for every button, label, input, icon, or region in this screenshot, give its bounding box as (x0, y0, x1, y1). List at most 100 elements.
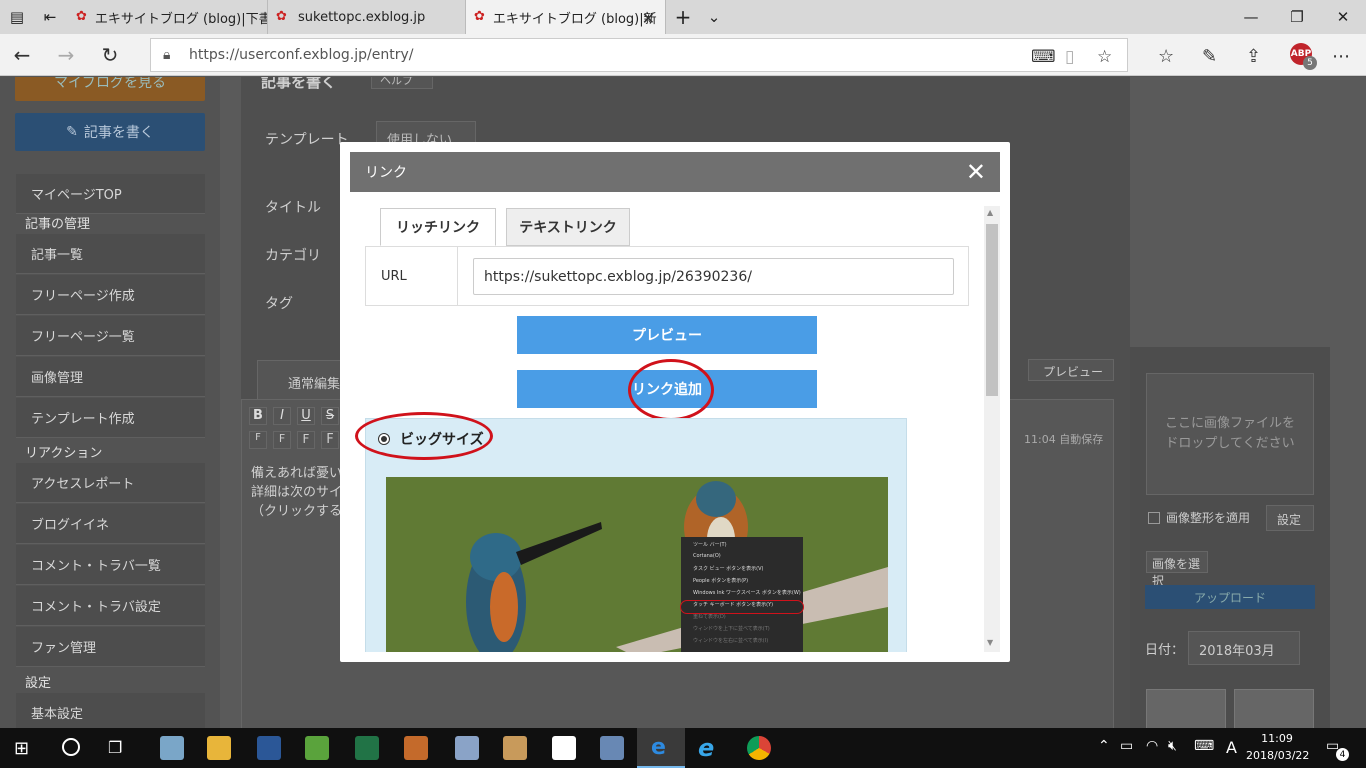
notes-icon[interactable] (552, 736, 576, 760)
url-field[interactable]: 🔒︎ https://userconf.exblog.jp/entry/ ⌨ ▯… (150, 38, 1128, 72)
font-button[interactable]: F (297, 431, 315, 449)
favorites-icon[interactable]: ☆ (1158, 46, 1174, 67)
tab-overview-icon[interactable]: ▤ (0, 0, 34, 34)
tab-new-entry[interactable]: ✿ エキサイトブログ (blog)|新 ✕ (466, 0, 666, 34)
browser-tab-bar: ▤ ⇤ ✿ エキサイトブログ (blog)|下書き ✿ sukettopc.ex… (0, 0, 1366, 34)
show-hidden-icons[interactable]: ⌃ (1098, 738, 1110, 754)
palette-icon[interactable] (503, 736, 527, 760)
sidebar-menu-item[interactable]: マイページTOP (16, 174, 205, 214)
italic-button[interactable]: I (273, 407, 291, 425)
image-thumbnail[interactable] (1234, 689, 1314, 728)
strike-button[interactable]: S (321, 407, 339, 425)
volume-mute-icon[interactable]: 🔇︎ (1168, 738, 1177, 754)
photo-viewer-icon[interactable] (160, 736, 184, 760)
word-icon[interactable] (257, 736, 281, 760)
edge-icon: e (651, 735, 666, 760)
font-button[interactable]: F (321, 431, 339, 449)
wifi-icon[interactable]: ◠ (1146, 738, 1158, 754)
share-icon[interactable]: ⇪ (1246, 46, 1261, 67)
keyboard-icon[interactable]: ⌨ (1194, 738, 1214, 754)
link-url-input[interactable]: https://sukettopc.exblog.jp/26390236/ (473, 258, 954, 295)
sidebar-menu-item[interactable]: コメント・トラバ一覧 (16, 545, 205, 585)
page-title: 記事を書く (261, 77, 337, 91)
image-format-checkbox[interactable] (1148, 511, 1160, 524)
battery-icon[interactable]: ▭ (1120, 738, 1133, 754)
scrollbar-thumb[interactable] (986, 224, 998, 396)
pen-icon[interactable]: ✎ (1202, 46, 1217, 67)
font-button[interactable]: F (273, 431, 291, 449)
sidebar-menu-item[interactable]: テンプレート作成 (16, 398, 205, 438)
sidebar-menu-item[interactable]: アクセスレポート (16, 463, 205, 503)
image-drop-zone[interactable]: ここに画像ファイルを ドロップしてください (1146, 373, 1314, 495)
select-image-button[interactable]: 画像を選択 (1146, 551, 1208, 588)
tab-close-icon[interactable]: ✕ (642, 9, 655, 28)
tab-rich-link[interactable]: リッチリンク (380, 208, 496, 246)
excel-icon[interactable] (355, 736, 379, 760)
store-icon[interactable] (305, 736, 329, 760)
sidebar-menu-item[interactable]: 基本設定 (16, 693, 205, 728)
context-menu-item: ツール バー(T) (693, 542, 727, 548)
sidebar-section-heading: リアクション (25, 445, 103, 461)
favorite-star-icon[interactable]: ☆ (1097, 47, 1112, 67)
editor-preview-button[interactable]: プレビュー (1028, 359, 1114, 381)
refresh-icon[interactable]: ↻ (88, 34, 132, 76)
tab-draft[interactable]: ✿ エキサイトブログ (blog)|下書き (68, 0, 268, 34)
date-select[interactable]: 2018年03月 (1188, 631, 1300, 665)
tab-text-link[interactable]: テキストリンク (506, 208, 630, 246)
dialog-close-icon[interactable]: ✕ (966, 158, 986, 186)
font-button[interactable]: F (249, 431, 267, 449)
new-tab-icon[interactable]: + (666, 0, 700, 34)
windows-start-icon[interactable]: ⊞ (14, 738, 29, 759)
window-close-icon[interactable]: ✕ (1320, 0, 1366, 34)
scroll-down-icon[interactable]: ▼ (987, 638, 993, 647)
paint-app-icon[interactable] (455, 736, 479, 760)
sidebar-menu-item[interactable]: フリーページ一覧 (16, 316, 205, 356)
abp-count-badge: 5 (1303, 56, 1317, 70)
restore-icon[interactable]: ❐ (1274, 0, 1320, 34)
image-thumbnail[interactable] (1146, 689, 1226, 728)
scroll-up-icon[interactable]: ▲ (987, 208, 993, 217)
editor-text: 備えあれば憂い 詳細は次のサイ （クリックする (251, 464, 342, 521)
bold-button[interactable]: B (249, 407, 267, 425)
dialog-title: リンク (365, 165, 407, 181)
my-blog-button[interactable]: マイブログを見る (15, 77, 205, 101)
dialog-scrollbar[interactable]: ▲ ▼ (984, 206, 1000, 652)
internet-explorer-icon[interactable]: e (698, 734, 714, 762)
toolbox-icon[interactable] (404, 736, 428, 760)
edge-taskbar-active[interactable]: e (637, 728, 685, 768)
file-explorer-icon[interactable] (207, 736, 231, 760)
upload-button[interactable]: アップロード (1145, 585, 1315, 609)
image-format-option[interactable]: 画像整形を適用 (1148, 509, 1250, 526)
help-button[interactable]: ヘルプ (371, 77, 433, 89)
chrome-icon[interactable] (747, 736, 771, 760)
minimize-icon[interactable]: — (1228, 0, 1274, 34)
format-toolbar: B I U S (249, 407, 339, 425)
forward-icon[interactable]: → (44, 34, 88, 76)
tab-preview-chevron-icon[interactable]: ⌄ (700, 0, 728, 34)
sidebar-menu-item[interactable]: 記事一覧 (16, 234, 205, 274)
url-text: https://userconf.exblog.jp/entry/ (189, 47, 414, 63)
sidebar-menu-item[interactable]: フリーページ作成 (16, 275, 205, 315)
remote-desktop-icon[interactable] (600, 736, 624, 760)
tab-sukettopc[interactable]: ✿ sukettopc.exblog.jp (268, 0, 466, 34)
underline-button[interactable]: U (297, 407, 315, 425)
set-aside-tabs-icon[interactable]: ⇤ (34, 0, 66, 34)
more-icon[interactable]: ⋯ (1332, 46, 1350, 67)
link-preview-button[interactable]: プレビュー (517, 316, 817, 354)
ime-indicator[interactable]: A (1226, 738, 1237, 757)
write-entry-button[interactable]: ✎ 記事を書く (15, 113, 205, 151)
body-line: （クリックする (251, 504, 343, 519)
clock[interactable]: 11:09 2018/03/22 (1246, 730, 1309, 764)
add-notes-icon[interactable]: ⌨ (1031, 47, 1056, 67)
sidebar-menu-item[interactable]: コメント・トラバ設定 (16, 586, 205, 626)
sidebar-section-heading: 記事の管理 (25, 216, 91, 232)
sidebar-menu-item[interactable]: ブログイイネ (16, 504, 205, 544)
clock-time: 11:09 (1261, 732, 1293, 745)
reading-view-icon[interactable]: ▯ (1065, 47, 1074, 67)
task-view-icon[interactable]: ❐ (108, 738, 122, 757)
sidebar-menu-item[interactable]: ファン管理 (16, 627, 205, 667)
sidebar-menu-item[interactable]: 画像管理 (16, 357, 205, 397)
back-icon[interactable]: ← (0, 34, 44, 76)
image-settings-button[interactable]: 設定 (1266, 505, 1314, 531)
cortana-search-icon[interactable] (62, 738, 80, 756)
